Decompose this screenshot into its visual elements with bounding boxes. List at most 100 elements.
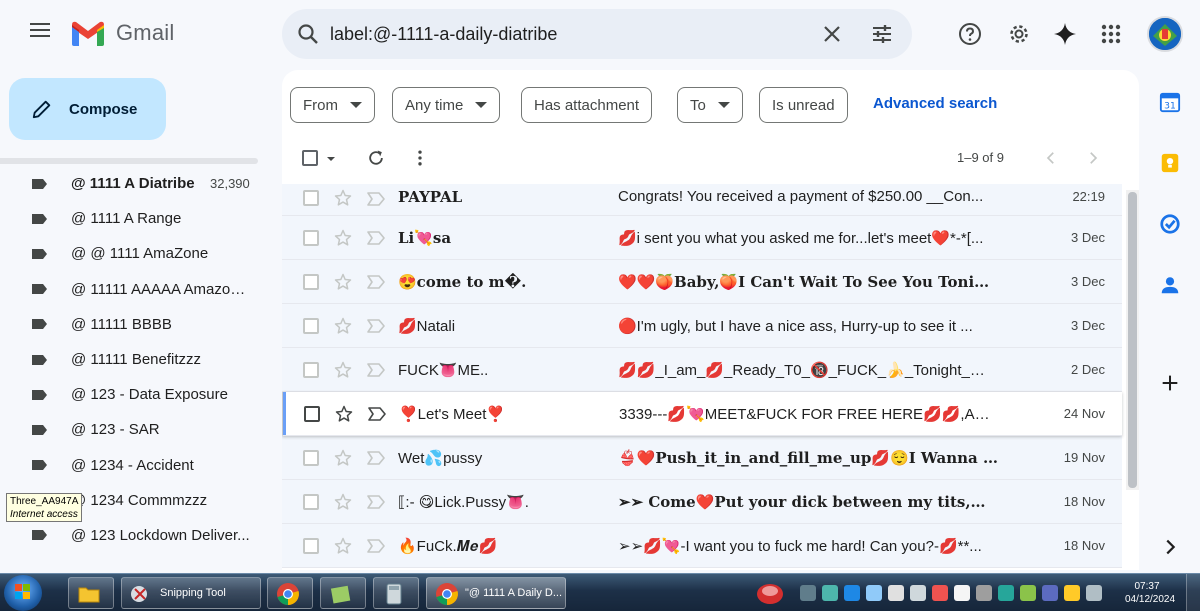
is-unread-chip[interactable]: Is unread [759, 87, 848, 123]
keep-notes-icon[interactable] [1159, 152, 1181, 174]
search-options-icon[interactable] [870, 22, 894, 46]
email-select-checkbox[interactable] [303, 230, 319, 246]
email-row[interactable]: 💋Natali 🔴I'm ugly, but I have a nice ass,… [282, 304, 1122, 348]
select-dropdown-icon[interactable] [326, 155, 336, 163]
advanced-search-link[interactable]: Advanced search [873, 95, 997, 112]
star-icon[interactable] [334, 404, 354, 424]
tray-update-icon[interactable] [822, 585, 838, 601]
tray-wifi-icon[interactable] [1042, 585, 1058, 601]
show-desktop-button[interactable] [1186, 574, 1200, 611]
email-select-checkbox[interactable] [304, 406, 320, 422]
search-input[interactable] [330, 19, 790, 49]
newer-page-icon[interactable] [1042, 149, 1060, 167]
sidebar-label-item[interactable]: @ 11111 AAAAA Amazon ... [0, 272, 262, 307]
tray-device-icon[interactable] [976, 585, 992, 601]
taskbar-sticky[interactable] [320, 577, 366, 609]
sidebar-label-item[interactable]: @ 123 - Data Exposure [0, 377, 262, 412]
settings-gear-icon[interactable] [1007, 22, 1031, 46]
any-time-filter-chip[interactable]: Any time [392, 87, 501, 123]
email-row[interactable]: Wet💦pussy 👙❤️Push_it_in_and_fill_me_up💋😌I… [282, 436, 1122, 480]
tray-volume-icon[interactable] [910, 585, 926, 601]
email-row[interactable]: PAYPAL Congrats! You received a payment o… [282, 184, 1122, 216]
scrollbar-thumb[interactable] [1128, 192, 1137, 488]
tasks-icon[interactable] [1159, 213, 1181, 235]
to-filter-chip[interactable]: To [677, 87, 743, 123]
star-icon[interactable] [333, 536, 353, 556]
account-avatar[interactable] [1147, 16, 1183, 52]
email-row[interactable]: 🔥FuCk.𝑴𝒆💋 ➢➢💋💘-I want you to fuck me hard… [282, 524, 1122, 568]
list-scrollbar[interactable] [1126, 190, 1139, 490]
start-button[interactable] [4, 575, 42, 611]
expand-side-panel-icon[interactable] [1159, 536, 1181, 558]
gmail-logo[interactable]: Gmail [70, 19, 174, 47]
taskbar-snipping-tool[interactable]: Snipping Tool [121, 577, 261, 609]
main-menu-button[interactable] [22, 19, 58, 49]
contacts-icon[interactable] [1159, 274, 1181, 296]
calendar-icon[interactable]: 31 [1159, 91, 1181, 113]
taskbar-chrome-window[interactable]: "@ 1111 A Daily D... [426, 577, 566, 609]
star-icon[interactable] [333, 316, 353, 336]
sidebar-label-item[interactable]: @ @ 1111 AmaZone [0, 236, 262, 271]
tray-flag-icon[interactable] [954, 585, 970, 601]
add-addon-icon[interactable] [1159, 372, 1181, 394]
importance-marker-icon[interactable] [368, 407, 386, 421]
importance-marker-icon[interactable] [367, 192, 385, 206]
email-select-checkbox[interactable] [303, 318, 319, 334]
sidebar-label-item[interactable]: @ 1111 A Range [0, 201, 262, 236]
sidebar-label-item[interactable]: @ 123 - SAR [0, 412, 262, 447]
star-icon[interactable] [333, 492, 353, 512]
importance-marker-icon[interactable] [367, 363, 385, 377]
tray-security-icon[interactable] [932, 585, 948, 601]
sidebar-label-item[interactable]: @ 1234 - Accident [0, 448, 262, 483]
email-select-checkbox[interactable] [303, 494, 319, 510]
email-select-checkbox[interactable] [303, 538, 319, 554]
email-select-checkbox[interactable] [303, 362, 319, 378]
apps-grid-icon[interactable] [1099, 22, 1123, 46]
tray-speaker-icon[interactable] [1086, 585, 1102, 601]
star-icon[interactable] [333, 272, 353, 292]
email-select-checkbox[interactable] [303, 190, 319, 206]
more-options-icon[interactable] [410, 148, 430, 168]
importance-marker-icon[interactable] [367, 275, 385, 289]
clear-search-icon[interactable] [820, 22, 844, 46]
star-icon[interactable] [333, 188, 353, 208]
sidebar-label-item[interactable]: @ 123 Lockdown Deliver... [0, 518, 262, 553]
taskbar-chrome[interactable] [267, 577, 313, 609]
sidebar-label-item[interactable]: @ 11111 Benefitzzz [0, 342, 262, 377]
email-row[interactable]: ❣️Let's Meet❣️ 3339---💋💘MEET&FUCK FOR FRE… [282, 392, 1122, 436]
star-icon[interactable] [333, 360, 353, 380]
sidebar-label-item[interactable]: @ 11111 BBBB [0, 307, 262, 342]
email-row[interactable]: 😍come to m�. ❤️❤️🍑Baby,🍑I Can't Wait To S… [282, 260, 1122, 304]
star-icon[interactable] [333, 448, 353, 468]
email-select-checkbox[interactable] [303, 450, 319, 466]
importance-marker-icon[interactable] [367, 319, 385, 333]
taskbar-clock[interactable]: 07:37 04/12/2024 [1125, 580, 1175, 606]
email-select-checkbox[interactable] [303, 274, 319, 290]
tray-display-icon[interactable] [866, 585, 882, 601]
tray-network-icon[interactable] [800, 585, 816, 601]
sidebar-label-item[interactable]: @ 1111 A Diatribe 32,390 [0, 166, 262, 201]
search-icon[interactable] [296, 22, 320, 46]
compose-button[interactable]: Compose [9, 78, 166, 140]
tray-app-icon[interactable] [755, 578, 785, 608]
taskbar-explorer[interactable] [68, 577, 114, 609]
importance-marker-icon[interactable] [367, 231, 385, 245]
importance-marker-icon[interactable] [367, 495, 385, 509]
importance-marker-icon[interactable] [367, 451, 385, 465]
star-icon[interactable] [333, 228, 353, 248]
tray-battery-icon[interactable] [1064, 585, 1080, 601]
email-row[interactable]: ⟦:- 😋Lick.Pussy👅. ➢➢ Come❤️Put your dick … [282, 480, 1122, 524]
email-row[interactable]: FUCK👅ME.. 💋💋_I_am_💋_Ready_T0_🔞_FUCK_🍌_Ton… [282, 348, 1122, 392]
importance-marker-icon[interactable] [367, 539, 385, 553]
email-row[interactable]: Li💘sa 💋i sent you what you asked me for..… [282, 216, 1122, 260]
refresh-icon[interactable] [366, 148, 386, 168]
has-attachment-chip[interactable]: Has attachment [521, 87, 653, 123]
tray-hardware-icon[interactable] [888, 585, 904, 601]
taskbar-calculator[interactable] [373, 577, 419, 609]
tray-sync-icon[interactable] [998, 585, 1014, 601]
tray-signal-icon[interactable] [1020, 585, 1036, 601]
select-all-checkbox[interactable] [302, 150, 318, 166]
from-filter-chip[interactable]: From [290, 87, 375, 123]
tray-bluetooth-icon[interactable] [844, 585, 860, 601]
gemini-sparkle-icon[interactable] [1053, 22, 1077, 46]
